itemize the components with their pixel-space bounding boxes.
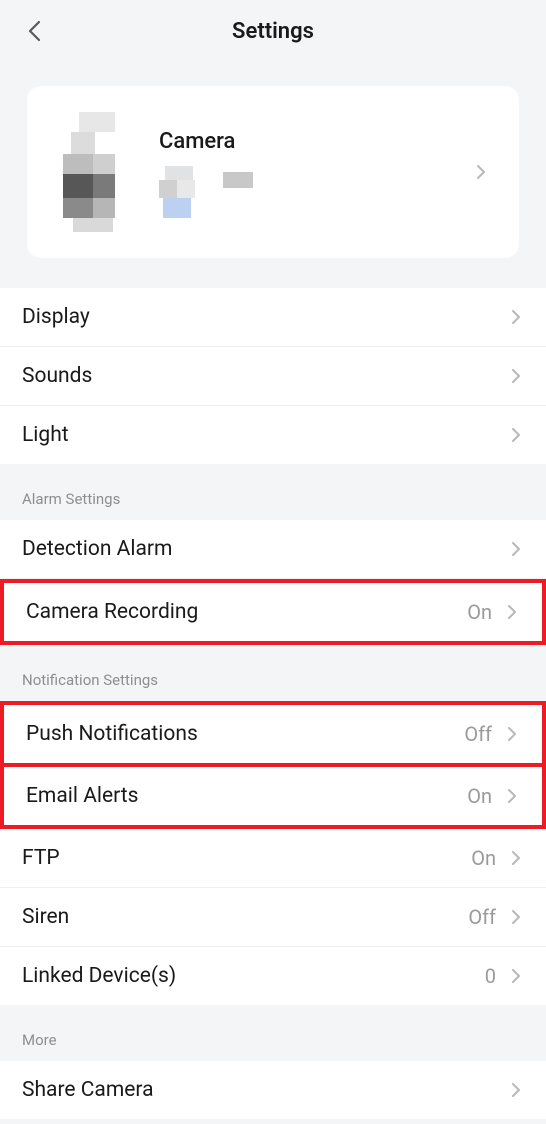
row-label: Linked Device(s)	[22, 964, 176, 988]
row-display[interactable]: Display	[0, 288, 546, 347]
chevron-right-icon	[508, 909, 524, 925]
row-label: Sounds	[22, 364, 92, 388]
alarm-section: Detection Alarm Camera Recording On	[0, 520, 546, 645]
row-ftp[interactable]: FTP On	[0, 829, 546, 888]
row-siren[interactable]: Siren Off	[0, 888, 546, 947]
row-email-alerts[interactable]: Email Alerts On	[4, 767, 542, 825]
row-value: Off	[468, 905, 496, 929]
chevron-right-icon	[508, 427, 524, 443]
row-light[interactable]: Light	[0, 406, 546, 464]
chevron-left-icon	[27, 20, 41, 42]
chevron-right-icon	[508, 968, 524, 984]
row-label: Display	[22, 305, 90, 329]
row-label: Light	[22, 423, 69, 447]
row-label: Share Camera	[22, 1078, 154, 1102]
row-value: On	[471, 846, 496, 870]
page-title: Settings	[232, 19, 314, 44]
alarm-section-header: Alarm Settings	[0, 464, 546, 520]
row-value: 0	[485, 964, 496, 988]
chevron-right-icon	[508, 850, 524, 866]
row-label: Siren	[22, 905, 69, 929]
row-value: On	[467, 784, 492, 808]
device-name: Camera	[159, 129, 473, 154]
row-detection-alarm[interactable]: Detection Alarm	[0, 520, 546, 579]
row-label: Email Alerts	[26, 784, 138, 808]
highlight-push-notifications: Push Notifications Off	[0, 701, 546, 767]
chevron-right-icon	[508, 309, 524, 325]
status-icon-1	[159, 166, 201, 216]
back-button[interactable]	[22, 19, 46, 43]
row-value: Off	[464, 722, 492, 746]
chevron-right-icon	[508, 1082, 524, 1098]
general-section: Display Sounds Light	[0, 288, 546, 464]
device-status-icons	[159, 166, 473, 216]
row-linked-devices[interactable]: Linked Device(s) 0	[0, 947, 546, 1005]
chevron-right-icon	[508, 368, 524, 384]
row-label: FTP	[22, 846, 60, 870]
device-card[interactable]: Camera	[27, 86, 519, 258]
more-section-header: More	[0, 1005, 546, 1061]
row-label: Camera Recording	[26, 600, 198, 624]
row-sounds[interactable]: Sounds	[0, 347, 546, 406]
chevron-right-icon	[508, 541, 524, 557]
device-info: Camera	[159, 129, 473, 216]
header: Settings	[0, 0, 546, 62]
status-icon-2	[223, 166, 265, 216]
notification-section: Push Notifications Off Email Alerts On F…	[0, 701, 546, 1005]
highlight-camera-recording: Camera Recording On	[0, 579, 546, 645]
notification-section-header: Notification Settings	[0, 645, 546, 701]
highlight-email-alerts: Email Alerts On	[0, 763, 546, 829]
chevron-right-icon	[504, 604, 520, 620]
chevron-right-icon	[473, 164, 489, 180]
row-label: Detection Alarm	[22, 537, 172, 561]
more-section: Share Camera	[0, 1061, 546, 1119]
row-push-notifications[interactable]: Push Notifications Off	[4, 705, 542, 763]
chevron-right-icon	[504, 726, 520, 742]
chevron-right-icon	[504, 788, 520, 804]
row-label: Push Notifications	[26, 722, 198, 746]
row-camera-recording[interactable]: Camera Recording On	[4, 583, 542, 641]
device-thumbnail	[63, 112, 133, 232]
row-share-camera[interactable]: Share Camera	[0, 1061, 546, 1119]
row-value: On	[467, 600, 492, 624]
